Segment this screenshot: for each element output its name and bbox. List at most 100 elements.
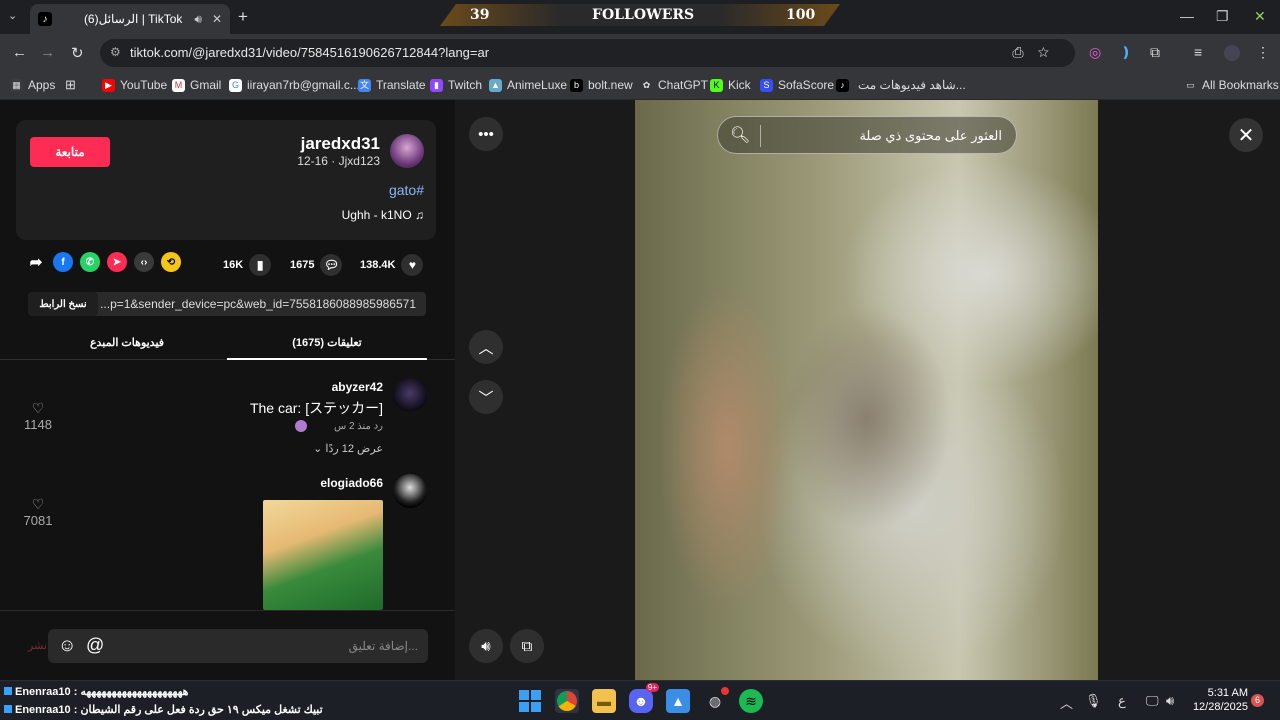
- tab-comments[interactable]: (1675) تعليقات: [227, 336, 427, 349]
- chrome-icon[interactable]: [555, 689, 579, 713]
- new-tab-button[interactable]: +: [238, 7, 248, 27]
- volume-button[interactable]: 🔊︎: [469, 629, 503, 663]
- bookmark-youtube[interactable]: ▶ YouTube: [102, 78, 167, 92]
- tiktok-icon: ♪: [836, 78, 849, 92]
- bookmark-twitch[interactable]: ▮ Twitch: [430, 78, 482, 92]
- comment-like[interactable]: ♡ 1148: [22, 400, 54, 432]
- site-info-icon[interactable]: ⚙: [110, 45, 121, 59]
- file-explorer-icon[interactable]: ▬: [592, 689, 616, 713]
- comment-avatar[interactable]: [393, 474, 427, 508]
- reload-button[interactable]: ↻: [71, 44, 84, 62]
- tab-search-button[interactable]: ⌄: [8, 9, 17, 22]
- related-search-input[interactable]: 🔍︎ العثور على محتوى ذي صلة: [717, 116, 1017, 154]
- send-icon[interactable]: ➤: [107, 252, 127, 272]
- comment-username[interactable]: abyzer42: [332, 380, 383, 394]
- creator-nickname-date: 12-16 · Jjxd123: [297, 154, 380, 168]
- minimize-button[interactable]: —: [1180, 8, 1194, 24]
- copy-link-button[interactable]: نسخ الرابط: [28, 292, 98, 316]
- media-control-icon[interactable]: ≡: [1194, 44, 1202, 60]
- comment-username[interactable]: elogiado66: [320, 476, 383, 490]
- close-window-button[interactable]: ✕: [1254, 8, 1266, 25]
- tiktok-icon: ♪: [38, 12, 52, 26]
- follow-button[interactable]: متابعة: [30, 137, 110, 167]
- embed-code-icon[interactable]: ‹›: [134, 252, 154, 272]
- apps-grid-icon: ▦: [10, 78, 23, 92]
- back-button[interactable]: ←: [12, 44, 27, 61]
- input-language[interactable]: ع: [1118, 693, 1126, 709]
- hashtag-link[interactable]: gato#: [389, 182, 424, 198]
- forward-button[interactable]: →: [40, 44, 55, 61]
- bookmark-google-account[interactable]: Giirayan7rb@gmail.c...: [229, 78, 360, 92]
- likes-stat[interactable]: 138.4K ♥: [360, 254, 424, 276]
- obs-icon[interactable]: ◍: [703, 687, 729, 713]
- comment-sticker-image[interactable]: [263, 500, 383, 610]
- profile-avatar[interactable]: [1224, 45, 1240, 61]
- chevron-down-icon: ⌄: [313, 443, 326, 455]
- menu-kebab-icon[interactable]: ⋮: [1256, 44, 1270, 61]
- previous-video-button[interactable]: ︿: [469, 330, 503, 364]
- discord-icon[interactable]: ☻ 9+: [629, 683, 659, 713]
- more-options-icon[interactable]: •••: [469, 117, 503, 151]
- tray-overflow-icon[interactable]: ︿: [1060, 693, 1073, 712]
- extensions-puzzle-icon[interactable]: ⧉: [1150, 44, 1160, 61]
- action-row: ➦ f ✆ ➤ ‹› ⟲ 16K ▮ 1675 💬︎ 138.4K ♥: [16, 250, 436, 276]
- notification-badge[interactable]: 6: [1251, 694, 1264, 707]
- creator-username[interactable]: jaredxd31: [301, 134, 380, 154]
- bookmark-star-icon[interactable]: ☆: [1038, 44, 1063, 60]
- speaker-icon[interactable]: 🔊︎: [194, 12, 202, 27]
- system-clock[interactable]: 5:31 AM 12/28/2025: [1188, 686, 1248, 714]
- tab-tiktok[interactable]: ♪ (6)الرسائل | TikTok 🔊︎ ✕: [30, 4, 230, 34]
- next-video-button[interactable]: ﹀: [469, 380, 503, 414]
- saves-stat[interactable]: 16K ▮: [223, 254, 272, 276]
- address-bar[interactable]: ⚙ tiktok.com/@jaredxd31/video/7584516190…: [100, 39, 1075, 67]
- tab-groups-icon[interactable]: ⊞: [64, 78, 82, 91]
- repost-icon[interactable]: ⟲: [161, 252, 181, 272]
- heart-outline-icon: ♡: [31, 400, 45, 416]
- creator-avatar[interactable]: [390, 134, 424, 168]
- close-video-button[interactable]: ✕: [1229, 118, 1263, 152]
- emoji-icon[interactable]: ☺: [58, 635, 76, 656]
- microphone-icon[interactable]: 🎙︎: [1085, 693, 1102, 709]
- bookmark-chatgpt[interactable]: ✿ ChatGPT: [640, 78, 708, 92]
- bookmark-icon: ▮: [249, 254, 272, 276]
- bookmark-gmail[interactable]: M Gmail: [172, 78, 221, 92]
- photos-icon[interactable]: ▲: [666, 689, 690, 713]
- bookmark-bolt[interactable]: b bolt.new: [570, 78, 633, 92]
- view-replies-button[interactable]: ⌄ عرض 12 ردًا: [313, 442, 383, 455]
- all-bookmarks[interactable]: ▭ All Bookmarks: [1184, 78, 1278, 92]
- bookmark-tiktok[interactable]: ♪ شاهد فيديوهات مت...: [836, 78, 966, 92]
- whatsapp-icon[interactable]: ✆: [80, 252, 100, 272]
- bookmark-animeluxe[interactable]: ▲ AnimeLuxe: [489, 78, 567, 92]
- search-icon: 🔍︎: [730, 127, 751, 144]
- bookmark-translate[interactable]: 文 Translate: [358, 78, 426, 92]
- start-button[interactable]: [518, 689, 542, 713]
- bookmark-sofascore[interactable]: S SofaScore: [760, 78, 834, 92]
- tab-close-icon[interactable]: ✕: [212, 12, 222, 26]
- volume-icon[interactable]: 🔊︎: [1166, 693, 1174, 709]
- windows-taskbar: Enenraa10 : ههههههههههههههههههههه Enenra…: [0, 680, 1280, 720]
- floating-player-button[interactable]: ⧉: [510, 629, 544, 663]
- spotify-icon[interactable]: ≋: [739, 689, 763, 713]
- network-icon[interactable]: 🖵︎: [1146, 693, 1159, 709]
- facebook-icon[interactable]: f: [53, 252, 73, 272]
- extension-icon[interactable]: ◎: [1089, 44, 1101, 61]
- mention-icon[interactable]: @: [86, 635, 104, 656]
- video-player[interactable]: [635, 100, 1098, 680]
- heart-icon: ♥: [401, 254, 424, 276]
- comment-like[interactable]: ♡ 7081: [22, 496, 54, 528]
- extension-icon[interactable]: ❫: [1120, 44, 1132, 61]
- comment-avatar[interactable]: [393, 378, 427, 412]
- comment-reply-button[interactable]: رد: [374, 421, 383, 432]
- windows-logo-icon: [519, 690, 541, 712]
- chevron-down-icon: ﹀: [478, 389, 494, 407]
- restore-button[interactable]: ❐: [1216, 8, 1229, 25]
- comment-input[interactable]: ☺ @ إضافة تعليق...: [48, 629, 428, 663]
- post-comment-button[interactable]: نشر: [28, 639, 47, 652]
- install-app-icon[interactable]: ⎙: [1012, 44, 1037, 60]
- tab-creator-videos[interactable]: فيديوهات المبدع: [27, 336, 227, 349]
- share-arrow-icon[interactable]: ➦: [26, 252, 46, 272]
- bookmark-apps[interactable]: ▦ Apps: [10, 78, 55, 92]
- music-link[interactable]: Ughh - k1NO ♫: [342, 208, 424, 222]
- comments-stat[interactable]: 1675 💬︎: [290, 254, 343, 276]
- bookmark-kick[interactable]: K Kick: [710, 78, 751, 92]
